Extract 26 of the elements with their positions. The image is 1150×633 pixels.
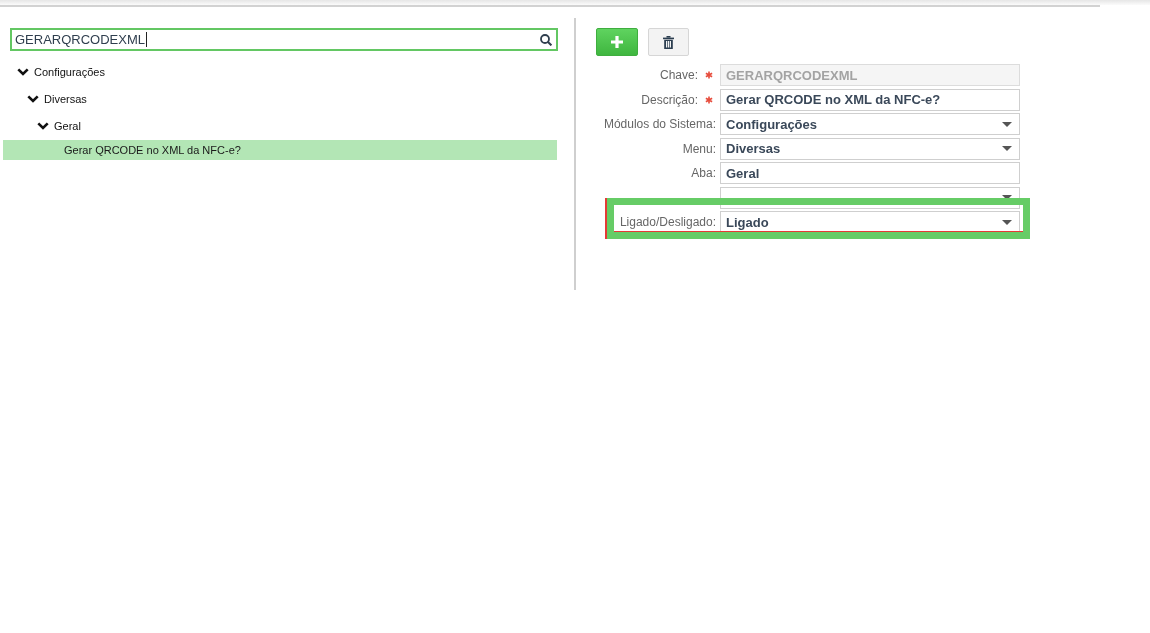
text-field[interactable]: Geral — [720, 162, 1020, 184]
tree-item[interactable]: Geral — [3, 112, 557, 139]
dropdown[interactable]: Diversas — [720, 137, 1020, 160]
caret-icon — [1002, 121, 1012, 127]
delete-button[interactable] — [648, 28, 689, 56]
text-cursor-icon — [146, 32, 148, 47]
caret-icon — [1002, 219, 1012, 225]
field-label: Ligado/Desligado: — [619, 215, 716, 229]
caret-icon — [1002, 146, 1012, 151]
dropdown[interactable]: Configurações — [720, 113, 1020, 135]
dropdown[interactable]: Ligado — [720, 211, 1020, 233]
search-field[interactable]: GERARQRCODEXML — [10, 28, 558, 51]
tree-item[interactable]: Diversas — [3, 85, 557, 112]
trash-icon — [663, 35, 674, 49]
plus-icon — [611, 36, 623, 48]
field-label: Aba: — [691, 166, 716, 180]
add-button[interactable] — [596, 28, 638, 56]
field-label: Descrição: — [641, 92, 698, 107]
field-label: Menu: — [682, 141, 716, 156]
field-label: Módulos do Sistema: — [603, 117, 716, 131]
caret-icon — [1002, 195, 1012, 200]
field-label: Chave: — [659, 68, 698, 82]
tree-item[interactable]: Configurações — [3, 58, 557, 85]
search-icon — [540, 33, 552, 46]
text-field[interactable]: Gerar QRCODE no XML da NFC-e? — [720, 88, 1020, 111]
tree-item[interactable]: Gerar QRCODE no XML da NFC-e? — [3, 140, 557, 160]
